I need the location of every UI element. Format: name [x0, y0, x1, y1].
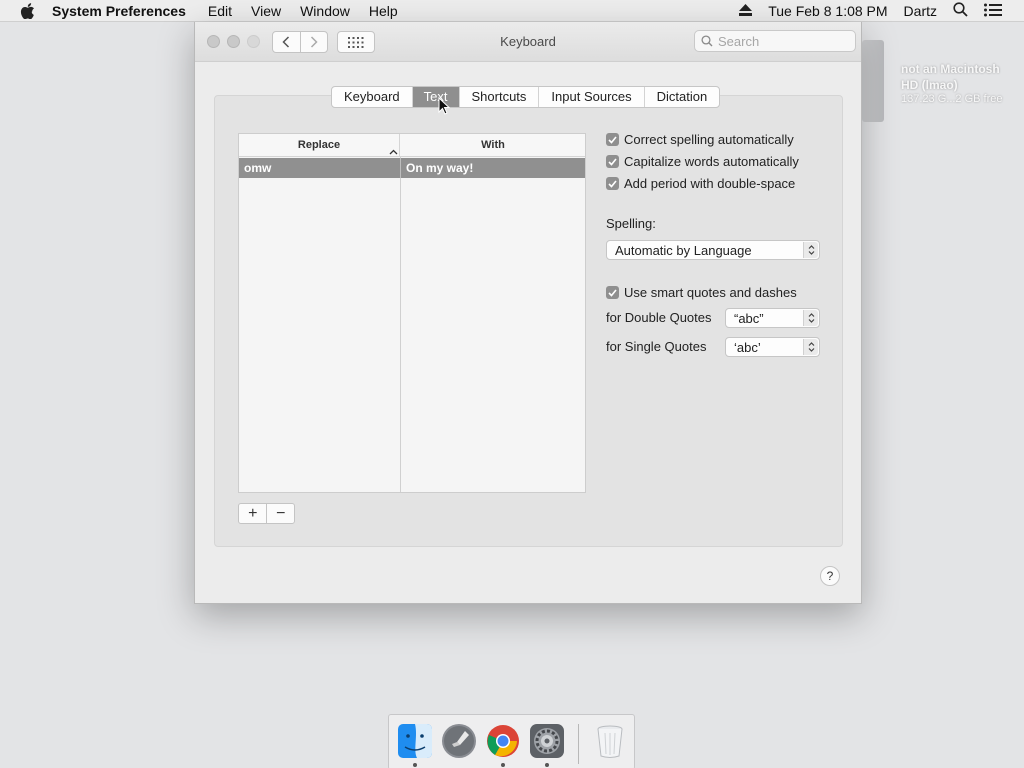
add-button[interactable]: +	[239, 504, 266, 523]
dock-launchpad-icon[interactable]	[440, 722, 478, 760]
tab-input-sources[interactable]: Input Sources	[538, 87, 643, 107]
spelling-popup[interactable]: Automatic by Language	[606, 240, 820, 260]
add-period-label: Add period with double-space	[624, 176, 796, 191]
double-quotes-label: for Double Quotes	[606, 310, 712, 325]
menu-view[interactable]: View	[251, 3, 281, 19]
system-preferences-running-indicator	[545, 763, 549, 767]
column-header-with[interactable]: With	[401, 134, 585, 156]
app-menu-system-preferences[interactable]: System Preferences	[52, 3, 186, 19]
drive-name-line1: not an Macintosh	[901, 62, 1000, 76]
dock-separator	[578, 724, 579, 764]
search-field[interactable]	[694, 30, 856, 52]
updown-chevron-icon	[803, 310, 818, 326]
title-bar[interactable]: Keyboard	[195, 22, 861, 62]
menubar-user[interactable]: Dartz	[904, 3, 937, 19]
table-row[interactable]: omw On my way!	[239, 158, 585, 178]
apple-menu-icon[interactable]	[20, 2, 36, 19]
correct-spelling-checkbox[interactable]: Correct spelling automatically	[606, 132, 794, 147]
capitalize-words-checkbox[interactable]: Capitalize words automatically	[606, 154, 799, 169]
finder-running-indicator	[413, 763, 417, 767]
add-remove-control: + −	[238, 503, 295, 524]
eject-icon[interactable]	[739, 3, 753, 19]
correct-spelling-label: Correct spelling automatically	[624, 132, 794, 147]
help-button[interactable]: ?	[820, 566, 840, 586]
mouse-cursor-icon	[438, 96, 451, 118]
dock-trash-icon[interactable]	[591, 722, 629, 760]
dock	[388, 714, 635, 768]
search-icon	[701, 35, 713, 47]
add-period-checkbox[interactable]: Add period with double-space	[606, 176, 795, 191]
double-quotes-popup-value: “abc”	[734, 310, 764, 326]
tab-text[interactable]: Text	[411, 87, 459, 107]
tab-bar: Keyboard Text Shortcuts Input Sources Di…	[331, 86, 721, 108]
tab-dictation[interactable]: Dictation	[643, 87, 720, 107]
checkmark-icon[interactable]	[606, 286, 619, 299]
menu-bar: System Preferences Edit View Window Help…	[0, 0, 1024, 22]
column-header-replace[interactable]: Replace	[239, 134, 400, 156]
column-divider	[400, 157, 401, 492]
chrome-running-indicator	[501, 763, 505, 767]
checkmark-icon[interactable]	[606, 133, 619, 146]
spelling-label: Spelling:	[606, 216, 656, 231]
dock-finder-icon[interactable]	[396, 722, 434, 760]
updown-chevron-icon	[803, 242, 818, 258]
smart-quotes-label: Use smart quotes and dashes	[624, 285, 797, 300]
tab-shortcuts[interactable]: Shortcuts	[458, 87, 539, 107]
smart-quotes-checkbox[interactable]: Use smart quotes and dashes	[606, 285, 797, 300]
menu-edit[interactable]: Edit	[208, 3, 232, 19]
remove-button[interactable]: −	[266, 504, 294, 523]
hard-drive-label[interactable]: not an Macintosh HD (lmao) 137.23 G...2 …	[901, 61, 1021, 106]
single-quotes-popup[interactable]: ‘abc’	[725, 337, 820, 357]
checkmark-icon[interactable]	[606, 177, 619, 190]
text-replacement-table[interactable]: Replace With omw On my way!	[238, 133, 586, 493]
single-quotes-label: for Single Quotes	[606, 339, 707, 354]
table-header: Replace With	[239, 134, 585, 157]
cell-divider	[400, 158, 401, 178]
single-quotes-popup-value: ‘abc’	[734, 339, 761, 355]
drive-free-space: 137.23 G...2 GB free	[901, 93, 1003, 105]
spelling-popup-value: Automatic by Language	[615, 242, 752, 258]
spotlight-search-icon[interactable]	[953, 2, 968, 20]
menubar-clock[interactable]: Tue Feb 8 1:08 PM	[768, 3, 887, 19]
drive-name-line2: HD (lmao)	[901, 78, 958, 92]
tab-keyboard[interactable]: Keyboard	[332, 87, 412, 107]
dock-system-preferences-icon[interactable]	[528, 722, 566, 760]
double-quotes-popup[interactable]: “abc”	[725, 308, 820, 328]
search-input[interactable]	[718, 33, 848, 49]
capitalize-words-label: Capitalize words automatically	[624, 154, 799, 169]
cell-with[interactable]: On my way!	[406, 158, 473, 178]
dock-chrome-icon[interactable]	[484, 722, 522, 760]
menu-window[interactable]: Window	[300, 3, 350, 19]
cell-replace[interactable]: omw	[244, 158, 271, 178]
updown-chevron-icon	[803, 339, 818, 355]
keyboard-preferences-window: Keyboard Keyboard Text Shortcuts Input S…	[194, 22, 862, 604]
column-header-replace-label: Replace	[297, 139, 341, 151]
checkmark-icon[interactable]	[606, 155, 619, 168]
notification-center-icon[interactable]	[984, 3, 1002, 20]
menu-help[interactable]: Help	[369, 3, 398, 19]
hard-drive-icon[interactable]	[862, 40, 884, 122]
